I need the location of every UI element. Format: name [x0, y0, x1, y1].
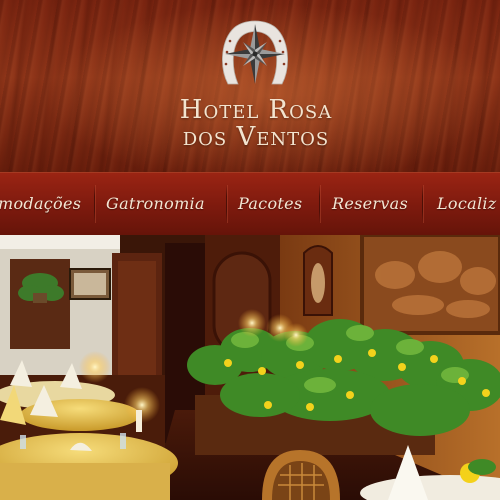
nav-item-gastronomia[interactable]: Gatronomia — [106, 173, 205, 235]
nav-divider — [94, 185, 95, 223]
nav-divider — [319, 185, 320, 223]
main-nav: modações Gatronomia Pacotes Reservas Loc… — [0, 172, 500, 236]
restaurant-scene — [0, 235, 500, 500]
nav-item-reservas[interactable]: Reservas — [332, 173, 408, 235]
nav-item-localizacao[interactable]: Localiz — [437, 173, 497, 235]
site-header: Hotel Rosa dos Ventos — [0, 0, 500, 172]
hotel-name-line1[interactable]: Hotel Rosa — [6, 95, 500, 125]
nav-divider — [226, 185, 227, 223]
nav-divider — [422, 185, 423, 223]
nav-item-pacotes[interactable]: Pacotes — [238, 173, 302, 235]
compass-rose-horseshoe-icon[interactable] — [218, 14, 292, 92]
nav-item-acomodacoes[interactable]: modações — [0, 173, 81, 235]
restaurant-photo — [0, 235, 500, 500]
hotel-name-line2[interactable]: dos Ventos — [6, 122, 500, 152]
